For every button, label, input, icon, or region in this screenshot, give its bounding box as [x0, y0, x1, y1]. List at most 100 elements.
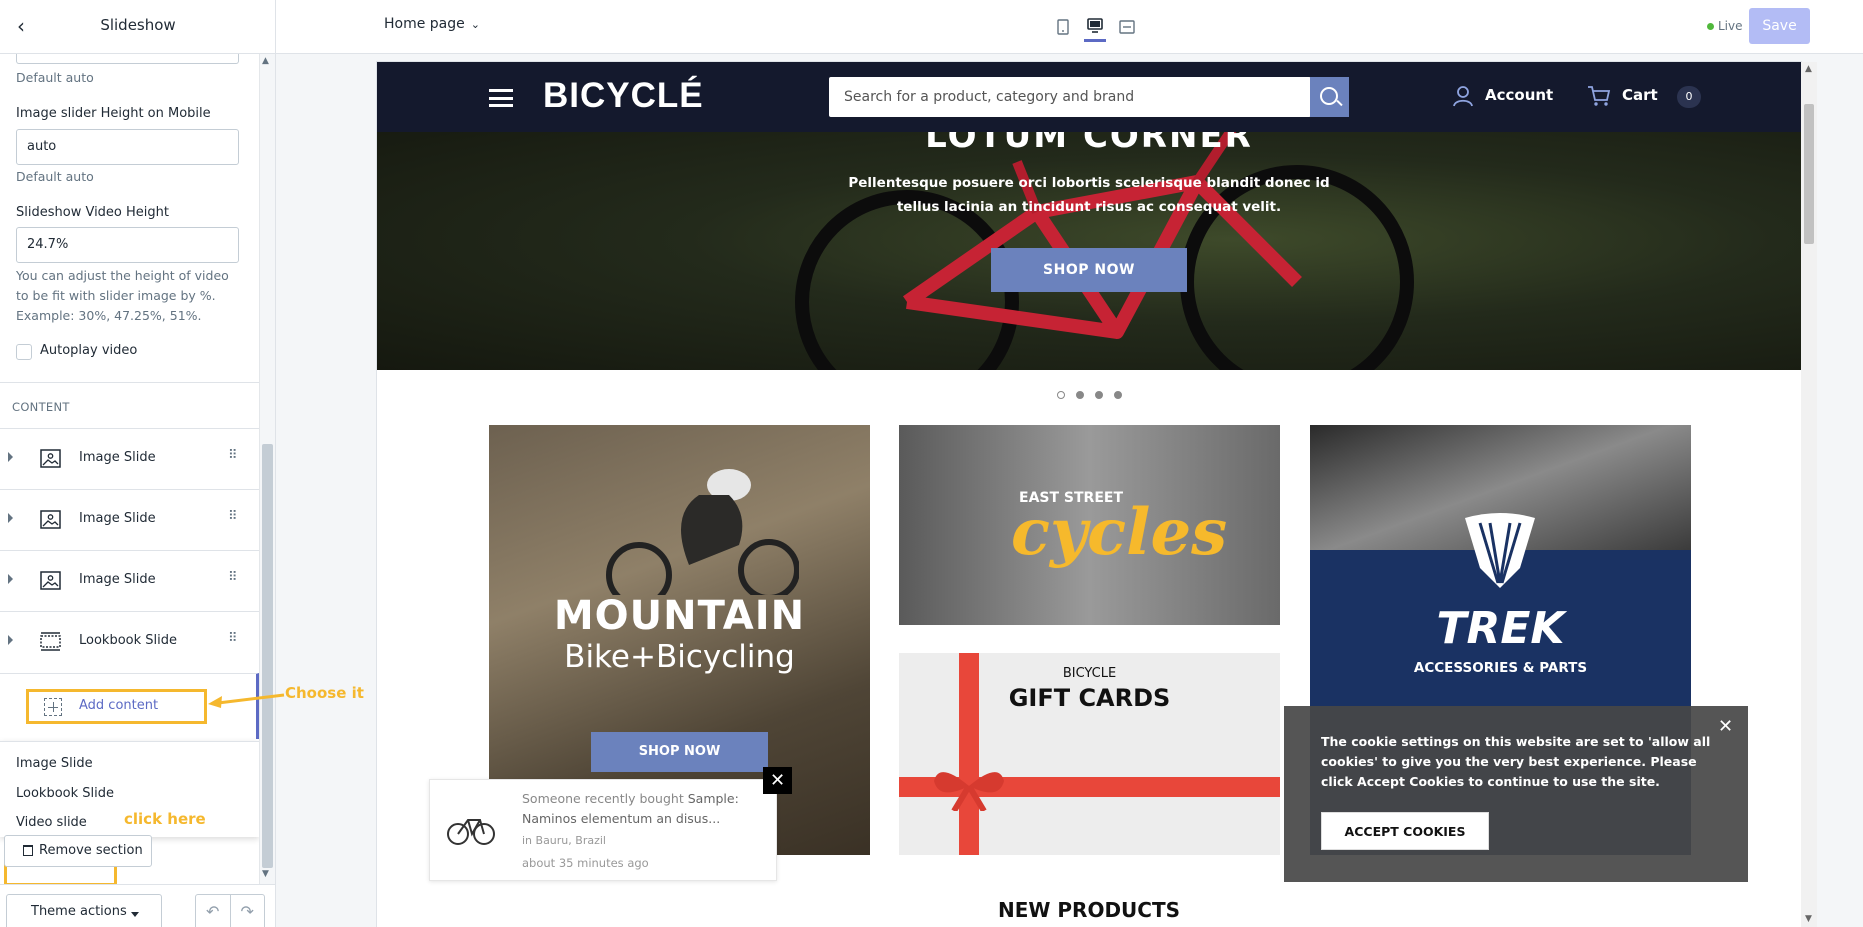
add-content-label: Add content: [79, 698, 159, 713]
block-label: Lookbook Slide: [79, 633, 177, 648]
storefront-preview: LOTUM CORNER Pellentesque posuere orci l…: [377, 62, 1801, 927]
add-block-icon: [44, 698, 62, 716]
toast-text: Someone recently bought Sample: Naminos …: [522, 789, 758, 829]
theme-actions-button[interactable]: Theme actions: [6, 894, 162, 927]
slide-dot[interactable]: [1076, 391, 1084, 399]
block-image-slide-2[interactable]: Image Slide ⠿: [0, 489, 259, 549]
gift-main-label: GIFT CARDS: [1008, 684, 1171, 712]
recent-purchase-popup[interactable]: Someone recently bought Sample: Naminos …: [429, 779, 777, 881]
menu-item-lookbook-slide[interactable]: Lookbook Slide: [16, 786, 114, 801]
content-section-title: CONTENT: [12, 400, 70, 414]
slide-dot[interactable]: [1114, 391, 1122, 399]
scroll-up-arrow-icon[interactable]: ▲: [262, 56, 269, 66]
hero-shop-now-button[interactable]: SHOP NOW: [991, 248, 1187, 292]
drag-handle-icon[interactable]: ⠿: [228, 631, 237, 646]
cookie-text: The cookie settings on this website are …: [1321, 734, 1711, 789]
menu-item-image-slide[interactable]: Image Slide: [16, 756, 93, 771]
caret-right-icon[interactable]: [8, 574, 13, 584]
sidebar-title: Slideshow: [100, 16, 176, 34]
cycles-script: cycles: [1011, 495, 1228, 570]
mobile-height-label: Image slider Height on Mobile: [16, 106, 211, 121]
sidebar-scrollbar-thumb[interactable]: [262, 444, 273, 868]
drag-handle-icon[interactable]: ⠿: [228, 448, 237, 463]
block-image-slide-1[interactable]: Image Slide ⠿: [0, 428, 259, 488]
image-icon: [40, 449, 61, 468]
block-label: Image Slide: [79, 572, 156, 587]
remove-section-label: Remove section: [39, 843, 143, 858]
preview-scrollbar-thumb[interactable]: [1804, 104, 1814, 244]
user-icon[interactable]: [1452, 85, 1474, 107]
search-icon[interactable]: [1310, 77, 1349, 117]
banner-gift-cards[interactable]: BICYCLE GIFT CARDS: [899, 653, 1280, 855]
image-icon: [40, 571, 61, 590]
drag-handle-icon[interactable]: ⠿: [228, 509, 237, 524]
autoplay-label: Autoplay video: [40, 343, 138, 358]
caret-right-icon[interactable]: [8, 513, 13, 523]
slide-dot[interactable]: [1095, 391, 1103, 399]
sidebar-header: ‹ Slideshow: [0, 0, 276, 54]
slide-dot[interactable]: [1057, 391, 1065, 399]
site-header: BICYCLÉ Search for a product, category a…: [377, 62, 1801, 132]
page-select[interactable]: Home page ⌄: [384, 16, 480, 32]
block-label: Image Slide: [79, 450, 156, 465]
annotation-click-here: click here: [124, 810, 206, 828]
save-button[interactable]: Save: [1749, 8, 1810, 44]
hamburger-menu-icon[interactable]: [489, 89, 513, 107]
scroll-down-arrow-icon[interactable]: ▼: [262, 869, 269, 879]
chevron-down-icon: ⌄: [470, 18, 480, 31]
toast-location: in Bauru, Brazil: [522, 834, 606, 847]
page-select-label: Home page: [384, 16, 465, 32]
default-auto-hint-2: Default auto: [16, 169, 94, 184]
mobile-icon[interactable]: [1052, 12, 1074, 42]
block-image-slide-3[interactable]: Image Slide ⠿: [0, 550, 259, 610]
cyclist-image: [606, 469, 799, 595]
cookie-banner: The cookie settings on this website are …: [1284, 706, 1748, 882]
fullscreen-icon[interactable]: [1116, 12, 1138, 42]
hero-heading-partial: LOTUM CORNER: [925, 132, 1253, 156]
drag-handle-icon[interactable]: ⠿: [228, 570, 237, 585]
toast-prefix: Someone recently bought: [522, 791, 684, 806]
remove-section-button[interactable]: Remove section: [4, 835, 152, 867]
toast-time: about 35 minutes ago: [522, 856, 649, 870]
undo-redo-group: ↶ ↷: [195, 894, 265, 927]
site-logo[interactable]: BICYCLÉ: [543, 76, 704, 116]
video-height-input[interactable]: 24.7%: [16, 227, 239, 263]
live-label: Live: [1718, 19, 1743, 33]
undo-icon[interactable]: ↶: [196, 895, 231, 927]
block-label: Image Slide: [79, 511, 156, 526]
menu-item-video-slide[interactable]: Video slide: [16, 815, 87, 830]
accept-cookies-button[interactable]: ACCEPT COOKIES: [1321, 812, 1489, 850]
caret-down-icon: [131, 912, 139, 917]
live-dot-icon: [1707, 23, 1714, 30]
new-products-heading: NEW PRODUCTS: [997, 898, 1181, 922]
desktop-icon[interactable]: [1084, 12, 1106, 42]
lookbook-icon: [40, 632, 61, 651]
trek-shield-icon: [1465, 513, 1535, 588]
autoplay-checkbox[interactable]: [16, 344, 32, 360]
block-lookbook-slide[interactable]: Lookbook Slide ⠿: [0, 611, 259, 671]
caret-right-icon[interactable]: [8, 635, 13, 645]
image-height-input[interactable]: [16, 54, 239, 64]
cart-link[interactable]: Cart: [1622, 86, 1658, 104]
close-icon[interactable]: ✕: [1718, 716, 1733, 737]
mountain-shop-now-button[interactable]: SHOP NOW: [591, 732, 768, 772]
add-content-button[interactable]: Add content: [26, 689, 207, 724]
site-search-input[interactable]: Search for a product, category and brand: [829, 77, 1311, 117]
mobile-height-input[interactable]: auto: [16, 129, 239, 165]
hero-text: Pellentesque posuere orci lobortis scele…: [848, 175, 1330, 215]
product-bike-icon: [447, 819, 495, 845]
banner-east-street-cycles[interactable]: EAST STREET cycles: [899, 425, 1280, 625]
editor-topbar: ‹ Slideshow Home page ⌄ Live Save: [0, 0, 1863, 54]
scroll-down-arrow-icon[interactable]: ▼: [1805, 914, 1812, 924]
mountain-subtitle: Bike+Bicycling: [564, 639, 795, 675]
account-link[interactable]: Account: [1485, 86, 1553, 104]
device-switcher: [1052, 12, 1138, 42]
cart-icon[interactable]: [1587, 84, 1611, 108]
settings-sidebar: Default auto Image slider Height on Mobi…: [0, 54, 276, 927]
scroll-up-arrow-icon[interactable]: ▲: [1805, 64, 1812, 74]
close-icon[interactable]: ✕: [763, 767, 792, 794]
caret-right-icon[interactable]: [8, 452, 13, 462]
redo-icon[interactable]: ↷: [231, 895, 265, 927]
arrow-annotation-icon: [208, 693, 285, 708]
live-status: Live: [1707, 19, 1743, 33]
